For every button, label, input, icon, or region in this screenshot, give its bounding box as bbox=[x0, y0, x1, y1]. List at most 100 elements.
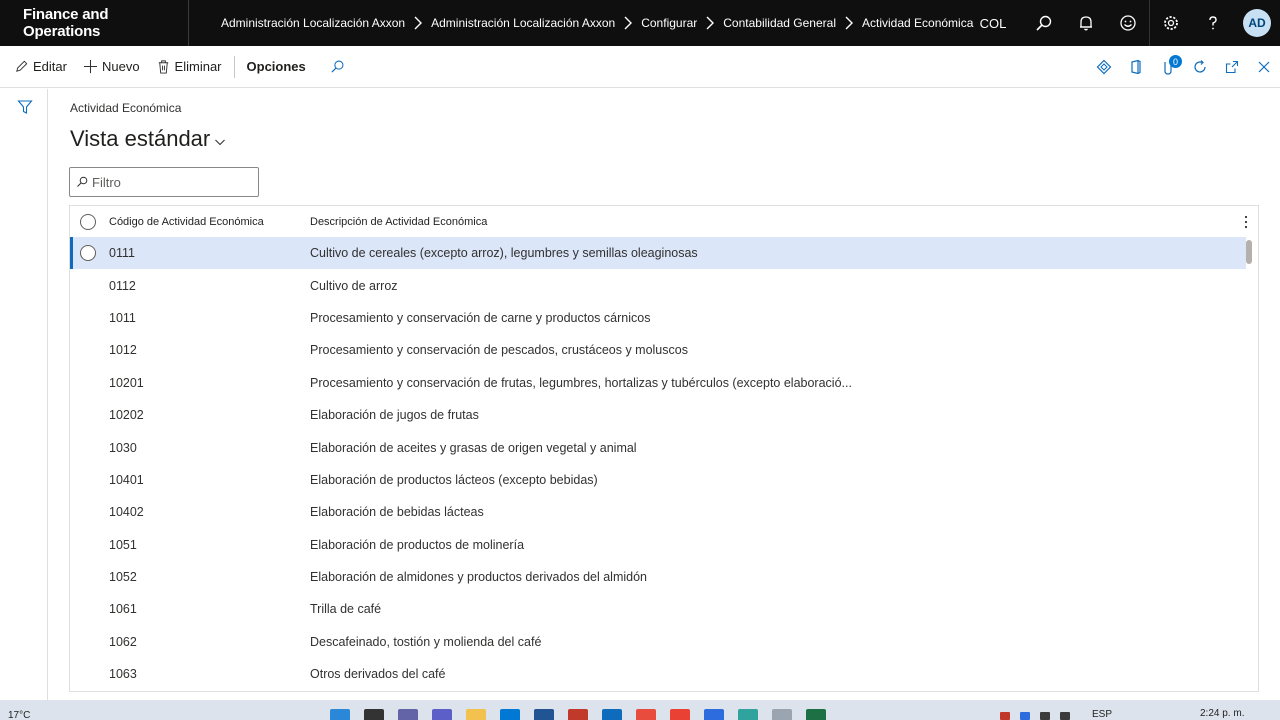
table-row[interactable]: 1011 Procesamiento y conservación de carn… bbox=[70, 302, 1246, 334]
table-row[interactable]: 0111 Cultivo de cereales (excepto arroz),… bbox=[70, 237, 1246, 270]
cell-code[interactable]: 10202 bbox=[106, 408, 310, 422]
cell-description[interactable]: Trilla de café bbox=[310, 602, 1246, 616]
breadcrumb-item-4[interactable]: Contabilidad General bbox=[723, 16, 836, 30]
refresh-icon[interactable] bbox=[1184, 46, 1216, 88]
breadcrumb-item-1[interactable]: Administración Localización Axxon bbox=[221, 16, 405, 30]
cell-code[interactable]: 10201 bbox=[106, 376, 310, 390]
cell-description[interactable]: Otros derivados del café bbox=[310, 667, 1246, 681]
company-picker[interactable]: COL bbox=[969, 16, 1017, 31]
cell-code[interactable]: 1063 bbox=[106, 667, 310, 681]
close-icon[interactable] bbox=[1248, 46, 1280, 88]
cell-description[interactable]: Elaboración de bebidas lácteas bbox=[310, 505, 1246, 519]
tray-icon[interactable] bbox=[1060, 712, 1070, 720]
edit-button[interactable]: Editar bbox=[0, 46, 75, 88]
table-row[interactable]: 1062 Descafeinado, tostión y molienda del… bbox=[70, 626, 1246, 658]
breadcrumb-item-3[interactable]: Configurar bbox=[641, 16, 697, 30]
search-icon[interactable] bbox=[364, 709, 384, 720]
teams-icon[interactable] bbox=[432, 709, 452, 720]
office-icon[interactable] bbox=[1120, 46, 1152, 88]
new-button[interactable]: Nuevo bbox=[75, 46, 148, 88]
pdf-icon[interactable] bbox=[636, 709, 656, 720]
breadcrumb-item-5[interactable]: Actividad Económica bbox=[862, 16, 973, 30]
select-all-radio[interactable] bbox=[80, 213, 96, 230]
tray-icon[interactable] bbox=[1040, 712, 1050, 720]
cell-code[interactable]: 10401 bbox=[106, 473, 310, 487]
cell-code[interactable]: 0112 bbox=[106, 279, 310, 293]
help-icon[interactable] bbox=[1192, 0, 1234, 46]
table-row[interactable]: 1012 Procesamiento y conservación de pesc… bbox=[70, 334, 1246, 366]
delete-button[interactable]: Eliminar bbox=[148, 46, 230, 88]
cell-code[interactable]: 1011 bbox=[106, 311, 310, 325]
options-tab[interactable]: Opciones bbox=[239, 46, 314, 88]
view-selector[interactable]: Vista estándar bbox=[70, 126, 226, 152]
chrome-icon[interactable] bbox=[670, 709, 690, 720]
keyboard-language[interactable]: ESP bbox=[1092, 709, 1112, 720]
filter-input[interactable] bbox=[92, 174, 252, 190]
cell-description[interactable]: Procesamiento y conservación de pescados… bbox=[310, 343, 1246, 357]
app-title[interactable]: Finance and Operations bbox=[0, 0, 188, 46]
column-header-description[interactable]: Descripción de Actividad Económica bbox=[310, 216, 1234, 228]
tray-icon[interactable] bbox=[1000, 712, 1010, 720]
cell-description[interactable]: Elaboración de productos de molinería bbox=[310, 538, 1246, 552]
cell-code[interactable]: 0111 bbox=[106, 246, 310, 260]
table-row[interactable]: 10402 Elaboración de bebidas lácteas bbox=[70, 496, 1246, 528]
start-icon[interactable] bbox=[330, 709, 350, 720]
cell-code[interactable]: 1052 bbox=[106, 570, 310, 584]
cell-code[interactable]: 1061 bbox=[106, 602, 310, 616]
notes-icon[interactable] bbox=[772, 709, 792, 720]
user-menu[interactable]: AD bbox=[1234, 0, 1280, 46]
cell-description[interactable]: Procesamiento y conservación de frutas, … bbox=[310, 376, 1246, 390]
cell-description[interactable]: Elaboración de productos lácteos (except… bbox=[310, 473, 1246, 487]
tray-icon[interactable] bbox=[1020, 712, 1030, 720]
calendar-icon[interactable] bbox=[704, 709, 724, 720]
cell-description[interactable]: Procesamiento y conservación de carne y … bbox=[310, 311, 1246, 325]
cell-description[interactable]: Elaboración de jugos de frutas bbox=[310, 408, 1246, 422]
cell-code[interactable]: 1051 bbox=[106, 538, 310, 552]
chat-icon[interactable] bbox=[398, 709, 418, 720]
table-row[interactable]: 1061 Trilla de café bbox=[70, 593, 1246, 625]
cell-code[interactable]: 1030 bbox=[106, 441, 310, 455]
bell-icon[interactable] bbox=[1065, 0, 1107, 46]
clock[interactable]: 2:24 p. m. bbox=[1200, 708, 1244, 719]
cell-code[interactable]: 1012 bbox=[106, 343, 310, 357]
cell-description[interactable]: Elaboración de aceites y grasas de orige… bbox=[310, 441, 1246, 455]
select-all-cell bbox=[70, 213, 106, 230]
vertical-scrollbar[interactable] bbox=[1246, 240, 1252, 264]
cell-description[interactable]: Cultivo de cereales (excepto arroz), leg… bbox=[310, 246, 1246, 260]
cell-description[interactable]: Elaboración de almidones y productos der… bbox=[310, 570, 1246, 584]
table-row[interactable]: 1030 Elaboración de aceites y grasas de o… bbox=[70, 431, 1246, 463]
gear-icon[interactable] bbox=[1150, 0, 1192, 46]
table-row[interactable]: 10202 Elaboración de jugos de frutas bbox=[70, 399, 1246, 431]
action-search-button[interactable] bbox=[314, 46, 357, 88]
folder-icon[interactable] bbox=[466, 709, 486, 720]
breadcrumb-item-2[interactable]: Administración Localización Axxon bbox=[431, 16, 615, 30]
weather-temperature[interactable]: 17°C bbox=[8, 710, 30, 720]
edge-icon[interactable] bbox=[738, 709, 758, 720]
popout-icon[interactable] bbox=[1216, 46, 1248, 88]
table-row[interactable]: 1052 Elaboración de almidones y productos… bbox=[70, 561, 1246, 593]
cell-description[interactable]: Cultivo de arroz bbox=[310, 279, 1246, 293]
row-select-radio[interactable] bbox=[80, 245, 96, 262]
table-row[interactable]: 10401 Elaboración de productos lácteos (e… bbox=[70, 464, 1246, 496]
mail-icon[interactable] bbox=[568, 709, 588, 720]
excel-icon[interactable] bbox=[806, 709, 826, 720]
cell-code[interactable]: 10402 bbox=[106, 505, 310, 519]
table-row[interactable]: 1051 Elaboración de productos de molinerí… bbox=[70, 529, 1246, 561]
vscode-icon[interactable] bbox=[500, 709, 520, 720]
filter-icon[interactable] bbox=[17, 99, 33, 115]
column-header-code[interactable]: Código de Actividad Económica bbox=[106, 216, 310, 228]
top-right-tools: COL AD bbox=[969, 0, 1280, 46]
more-options-icon[interactable] bbox=[1234, 206, 1258, 237]
smiley-icon[interactable] bbox=[1107, 0, 1149, 46]
table-row[interactable]: 1063 Otros derivados del café bbox=[70, 658, 1246, 690]
search-icon[interactable] bbox=[1023, 0, 1065, 46]
store-icon[interactable] bbox=[534, 709, 554, 720]
cell-description[interactable]: Descafeinado, tostión y molienda del caf… bbox=[310, 635, 1246, 649]
attachment-icon[interactable]: 0 bbox=[1152, 46, 1184, 88]
table-row[interactable]: 10201 Procesamiento y conservación de fru… bbox=[70, 367, 1246, 399]
cell-code[interactable]: 1062 bbox=[106, 635, 310, 649]
outlook-icon[interactable] bbox=[602, 709, 622, 720]
diamond-icon[interactable] bbox=[1088, 46, 1120, 88]
trash-icon bbox=[158, 60, 168, 74]
table-row[interactable]: 0112 Cultivo de arroz bbox=[70, 269, 1246, 301]
